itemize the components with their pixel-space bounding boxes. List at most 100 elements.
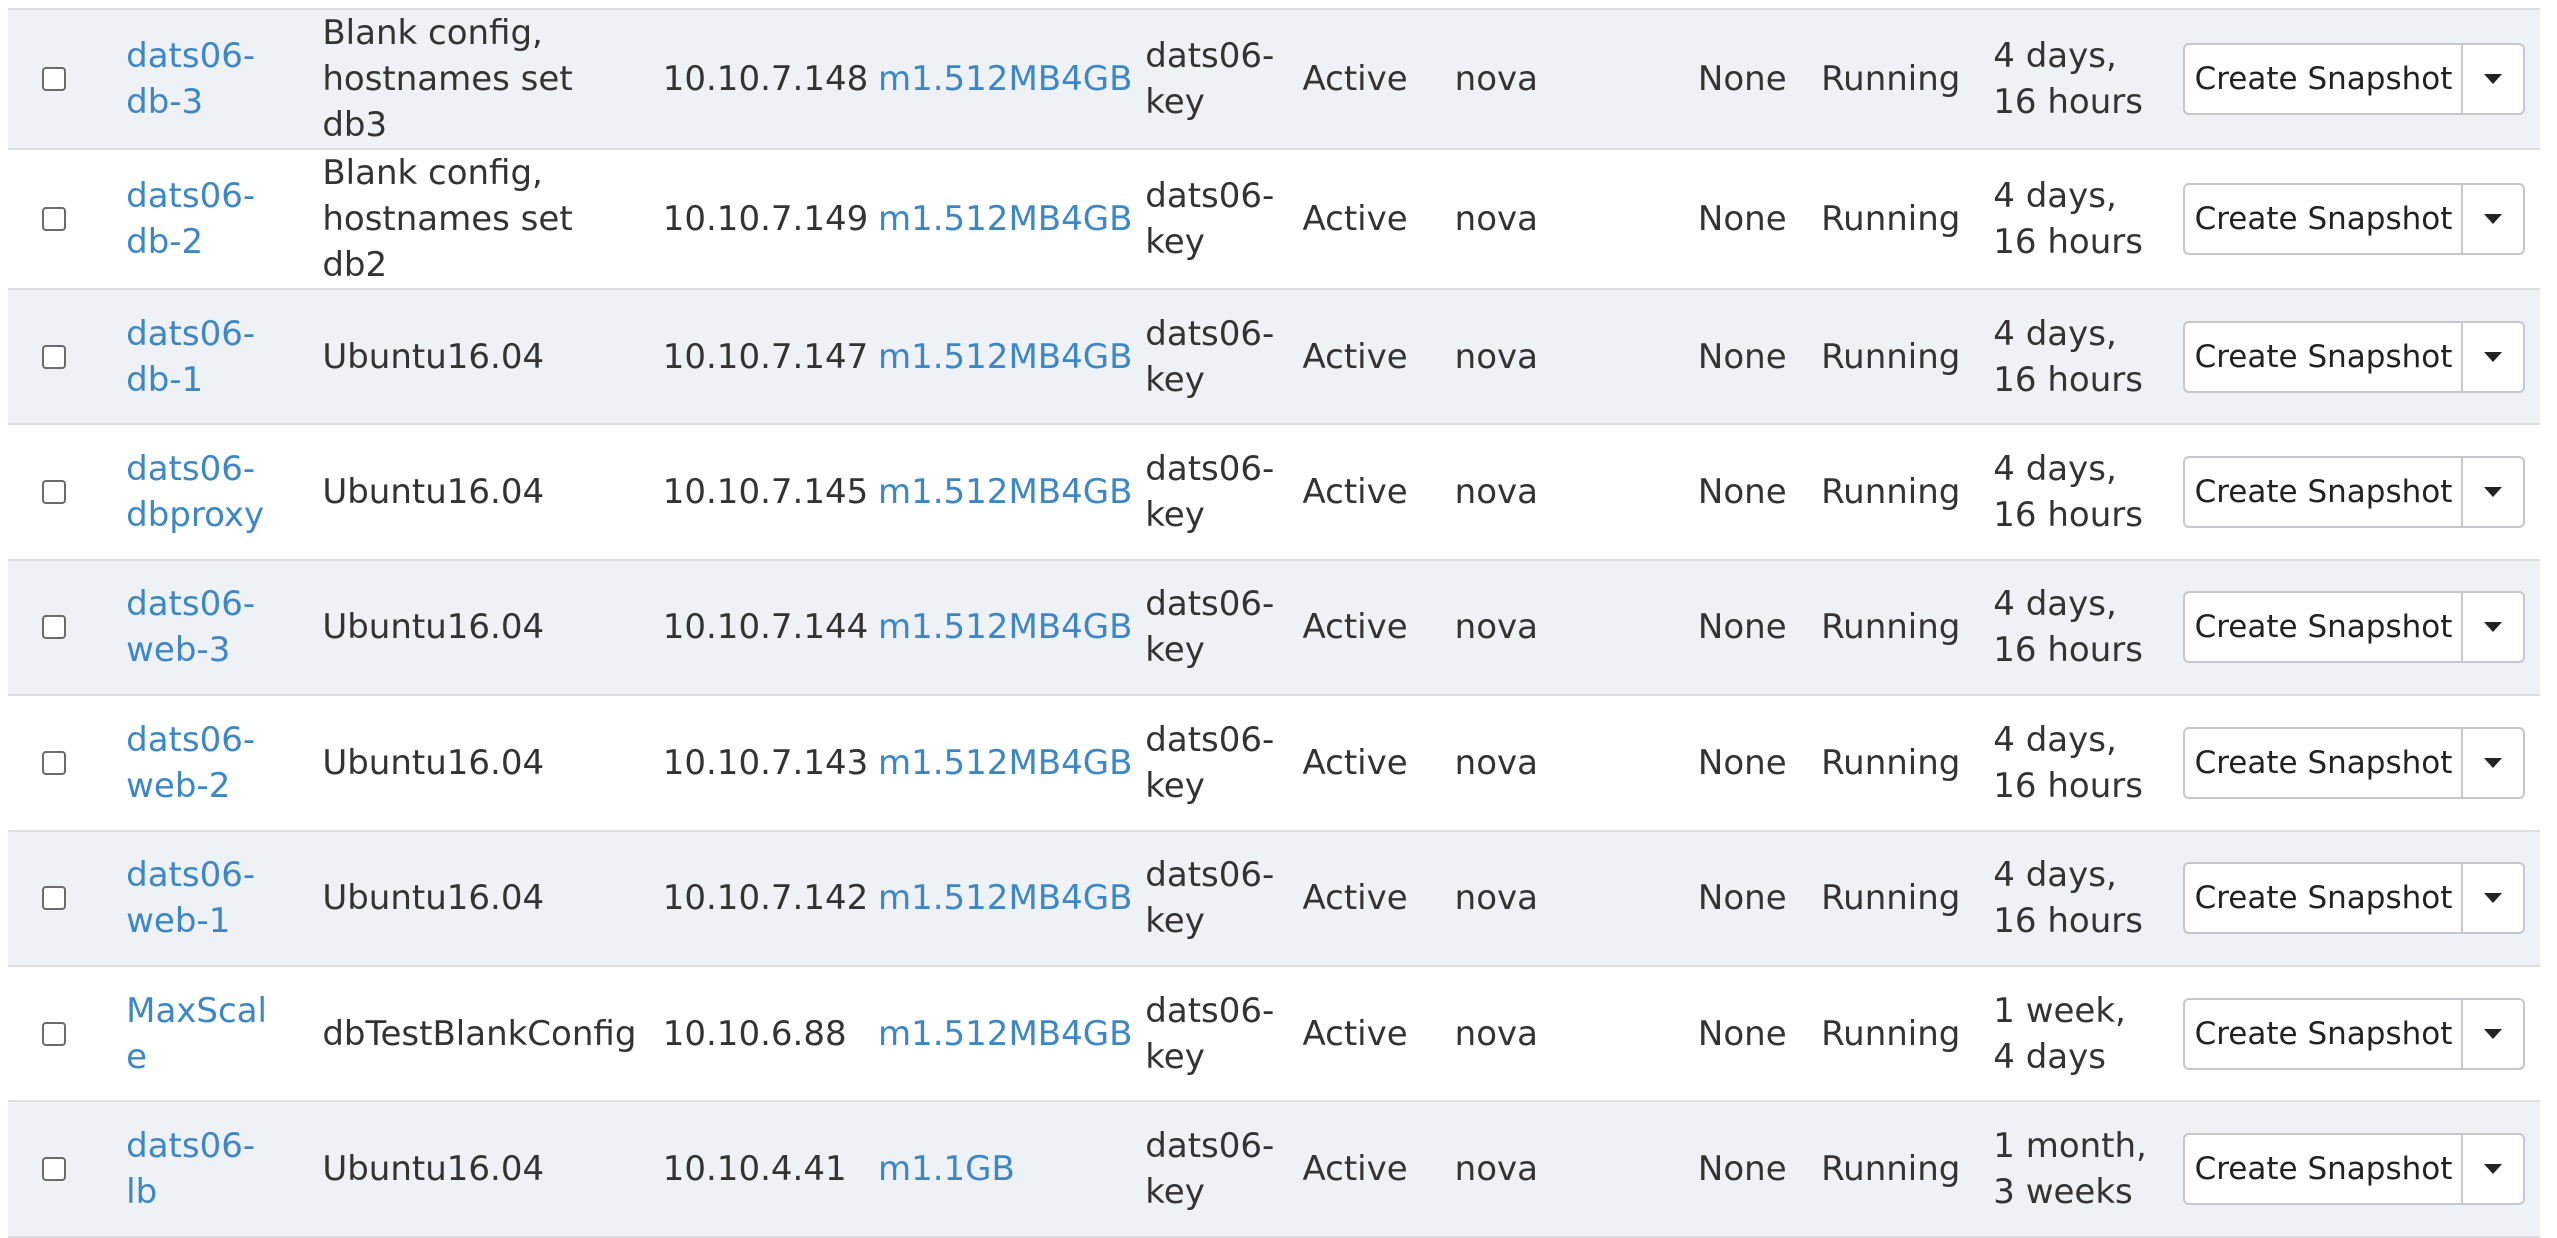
instance-name-cell: MaxScale bbox=[126, 966, 322, 1101]
flavor-link[interactable]: m1.512MB4GB bbox=[878, 607, 1132, 647]
table-row: dats06-lb Ubuntu16.04 10.10.4.41 m1.1GB … bbox=[8, 1101, 2540, 1237]
row-select-checkbox[interactable] bbox=[42, 615, 66, 640]
task-state: None bbox=[1697, 336, 1787, 377]
row-select-cell bbox=[8, 695, 126, 830]
status-cell: Active bbox=[1302, 695, 1454, 830]
row-select-checkbox[interactable] bbox=[42, 1021, 66, 1046]
power-state: Running bbox=[1821, 59, 1961, 99]
flavor-link[interactable]: m1.512MB4GB bbox=[878, 472, 1132, 512]
actions-button-group: Create Snapshot bbox=[2183, 456, 2526, 529]
age-cell: 4 days, 16 hours bbox=[1993, 424, 2183, 559]
create-snapshot-button[interactable]: Create Snapshot bbox=[2185, 322, 2464, 391]
actions-button-group: Create Snapshot bbox=[2183, 726, 2526, 799]
actions-dropdown-toggle[interactable] bbox=[2463, 185, 2523, 253]
row-select-checkbox[interactable] bbox=[42, 207, 66, 231]
instance-status: Active bbox=[1302, 1013, 1408, 1054]
key-pair-cell: dats06-key bbox=[1145, 560, 1302, 695]
caret-down-icon bbox=[2484, 351, 2503, 362]
row-select-cell bbox=[8, 966, 126, 1101]
flavor-link[interactable]: m1.512MB4GB bbox=[878, 743, 1132, 783]
flavor-link[interactable]: m1.512MB4GB bbox=[878, 199, 1132, 239]
age-cell: 1 week, 4 days bbox=[1993, 966, 2183, 1101]
actions-dropdown-toggle[interactable] bbox=[2463, 458, 2523, 526]
row-select-checkbox[interactable] bbox=[42, 1157, 66, 1182]
actions-dropdown-toggle[interactable] bbox=[2463, 864, 2523, 932]
create-snapshot-button[interactable]: Create Snapshot bbox=[2185, 593, 2464, 662]
create-snapshot-button[interactable]: Create Snapshot bbox=[2185, 45, 2464, 113]
actions-dropdown-toggle[interactable] bbox=[2463, 323, 2523, 391]
row-select-checkbox[interactable] bbox=[42, 344, 66, 369]
power-state-cell: Running bbox=[1821, 149, 1993, 289]
row-select-checkbox[interactable] bbox=[42, 67, 66, 91]
instance-name-link[interactable]: dats06-db-1 bbox=[126, 311, 276, 403]
instance-name-link[interactable]: dats06-db-2 bbox=[126, 173, 276, 265]
flavor-cell: m1.512MB4GB bbox=[878, 966, 1145, 1101]
flavor-link[interactable]: m1.512MB4GB bbox=[878, 1014, 1132, 1054]
instance-age: 4 days, 16 hours bbox=[1993, 36, 2143, 122]
row-select-checkbox[interactable] bbox=[42, 886, 66, 911]
row-select-cell bbox=[8, 831, 126, 966]
instances-table-body: dats06-db-3 Blank config, hostnames set … bbox=[8, 9, 2540, 1237]
instance-name-link[interactable]: dats06-db-3 bbox=[126, 33, 276, 125]
instance-name-link[interactable]: dats06-lb bbox=[126, 1123, 276, 1215]
create-snapshot-button[interactable]: Create Snapshot bbox=[2185, 1135, 2464, 1204]
actions-dropdown-toggle[interactable] bbox=[2463, 45, 2523, 113]
flavor-link[interactable]: m1.512MB4GB bbox=[878, 59, 1132, 99]
image-name: Ubuntu16.04 bbox=[322, 742, 545, 783]
instance-age: 4 days, 16 hours bbox=[1993, 584, 2143, 671]
instance-name-link[interactable]: dats06-web-3 bbox=[126, 581, 276, 673]
actions-cell: Create Snapshot bbox=[2183, 9, 2540, 149]
table-row: dats06-db-3 Blank config, hostnames set … bbox=[8, 9, 2540, 149]
availability-zone: nova bbox=[1454, 1013, 1538, 1054]
create-snapshot-button[interactable]: Create Snapshot bbox=[2185, 864, 2464, 933]
ip-address: 10.10.7.147 bbox=[662, 336, 869, 377]
instance-name-link[interactable]: dats06-web-2 bbox=[126, 717, 276, 809]
caret-down-icon bbox=[2484, 757, 2503, 768]
task-cell: None bbox=[1698, 9, 1821, 149]
create-snapshot-button[interactable]: Create Snapshot bbox=[2185, 458, 2464, 527]
row-select-cell bbox=[8, 289, 126, 424]
actions-dropdown-toggle[interactable] bbox=[2463, 729, 2523, 797]
flavor-cell: m1.512MB4GB bbox=[878, 560, 1145, 695]
table-row: dats06-db-1 Ubuntu16.04 10.10.7.147 m1.5… bbox=[8, 289, 2540, 425]
create-snapshot-button[interactable]: Create Snapshot bbox=[2185, 999, 2464, 1068]
instance-status: Active bbox=[1302, 336, 1408, 377]
ip-address: 10.10.7.145 bbox=[662, 472, 869, 513]
availability-zone-cell: nova bbox=[1455, 695, 1698, 830]
actions-button-group: Create Snapshot bbox=[2183, 591, 2526, 664]
instance-age: 4 days, 16 hours bbox=[1993, 176, 2143, 262]
actions-dropdown-toggle[interactable] bbox=[2463, 593, 2523, 661]
create-snapshot-button[interactable]: Create Snapshot bbox=[2185, 185, 2464, 253]
task-cell: None bbox=[1698, 966, 1821, 1101]
row-select-cell bbox=[8, 560, 126, 695]
power-state-cell: Running bbox=[1821, 9, 1993, 149]
flavor-link[interactable]: m1.512MB4GB bbox=[878, 337, 1132, 377]
instance-age: 1 week, 4 days bbox=[1993, 990, 2126, 1077]
instance-name-cell: dats06-db-1 bbox=[126, 289, 322, 424]
ip-address-cell: 10.10.4.41 bbox=[663, 1101, 878, 1236]
flavor-link[interactable]: m1.512MB4GB bbox=[878, 878, 1132, 918]
actions-dropdown-toggle[interactable] bbox=[2463, 1135, 2523, 1203]
row-select-checkbox[interactable] bbox=[42, 480, 66, 505]
instance-status: Active bbox=[1302, 878, 1408, 919]
instance-age: 4 days, 16 hours bbox=[1993, 449, 2143, 536]
instance-name-link[interactable]: MaxScale bbox=[126, 988, 276, 1080]
task-state: None bbox=[1697, 742, 1787, 783]
instance-name-cell: dats06-db-3 bbox=[126, 9, 322, 149]
power-state-cell: Running bbox=[1821, 695, 1993, 830]
image-name: dbTestBlankConfig bbox=[322, 1013, 637, 1054]
row-select-checkbox[interactable] bbox=[42, 750, 66, 775]
key-pair: dats06-key bbox=[1145, 719, 1275, 806]
flavor-cell: m1.512MB4GB bbox=[878, 9, 1145, 149]
actions-dropdown-toggle[interactable] bbox=[2463, 1000, 2523, 1068]
availability-zone: nova bbox=[1454, 199, 1538, 239]
instance-age: 4 days, 16 hours bbox=[1993, 719, 2143, 806]
instance-age: 4 days, 16 hours bbox=[1993, 313, 2143, 400]
instance-name-link[interactable]: dats06-dbproxy bbox=[126, 446, 276, 538]
key-pair-cell: dats06-key bbox=[1145, 695, 1302, 830]
instance-status: Active bbox=[1302, 607, 1408, 648]
create-snapshot-button[interactable]: Create Snapshot bbox=[2185, 728, 2464, 797]
instance-name-link[interactable]: dats06-web-1 bbox=[126, 852, 276, 944]
ip-address: 10.10.7.144 bbox=[662, 607, 869, 648]
flavor-link[interactable]: m1.1GB bbox=[878, 1149, 1015, 1189]
